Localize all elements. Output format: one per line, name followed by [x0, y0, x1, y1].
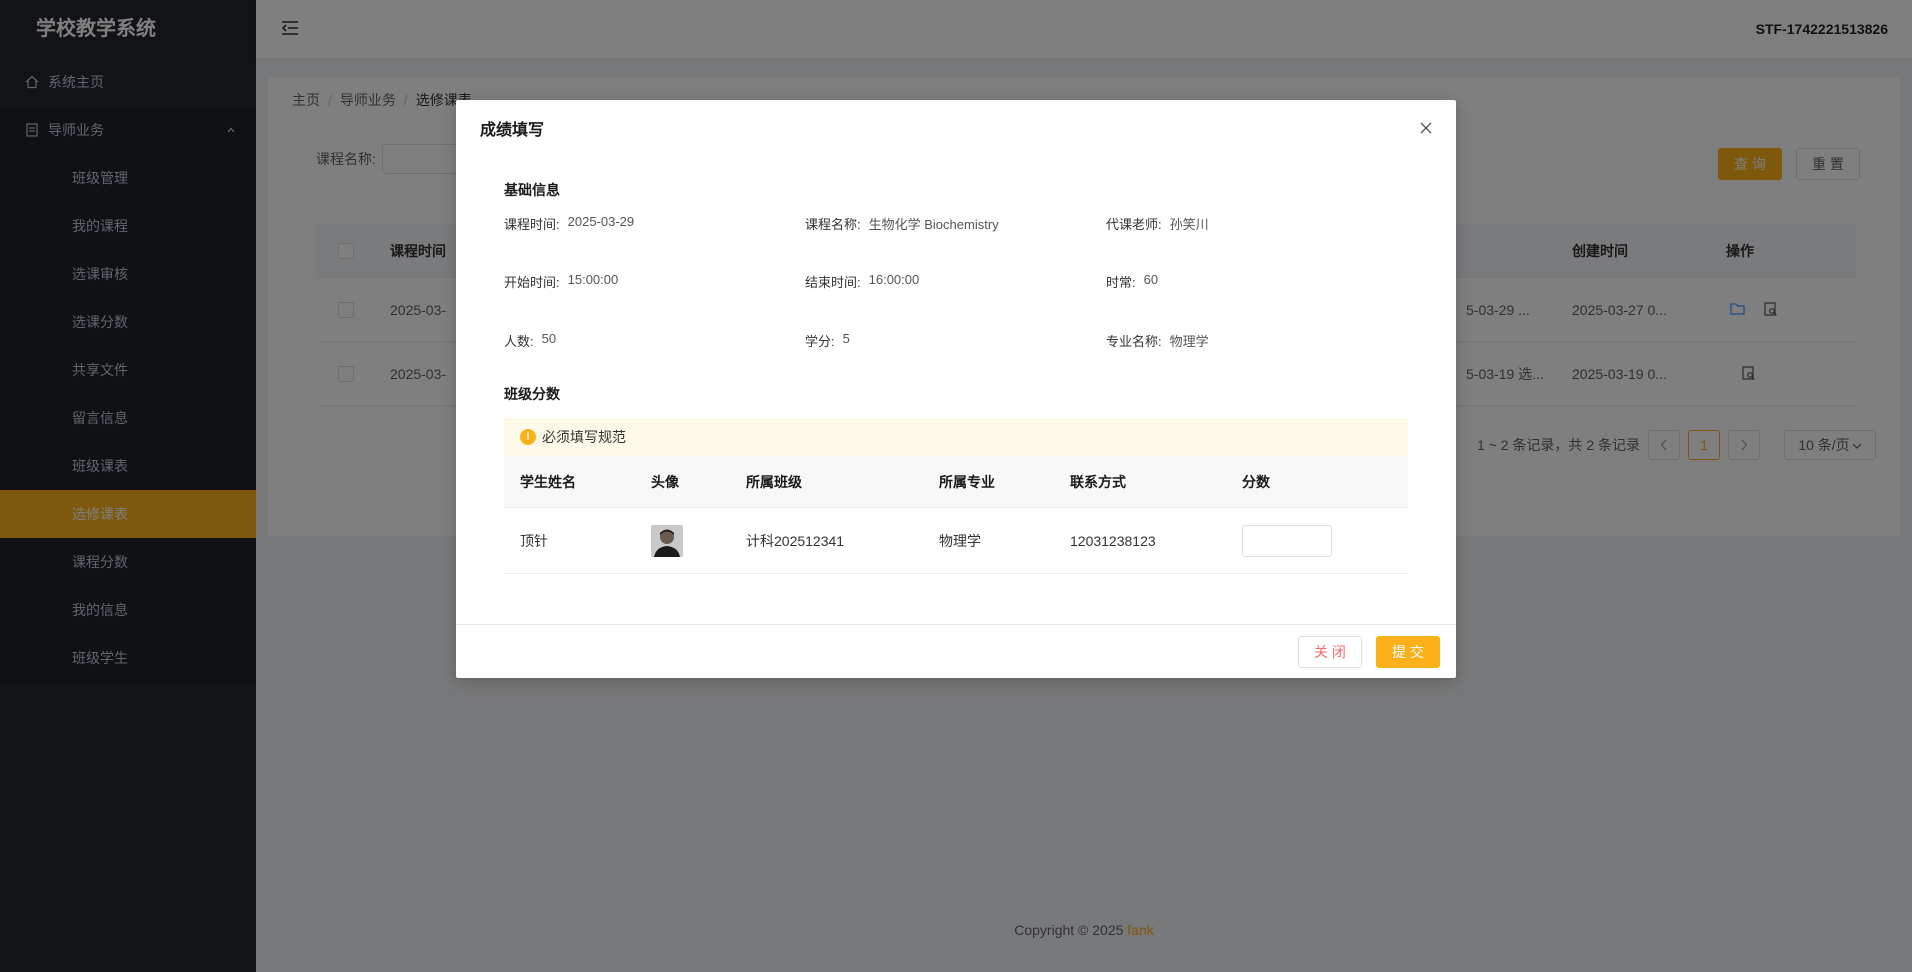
warning-icon: ! — [520, 429, 536, 445]
col-student-name: 学生姓名 — [520, 473, 576, 490]
submit-button[interactable]: 提 交 — [1376, 636, 1440, 668]
info-student-count: 人数: 50 — [504, 331, 557, 349]
basic-info-title: 基础信息 — [504, 182, 560, 198]
dialog-title: 成绩填写 — [480, 122, 545, 139]
cell-student-name: 顶针 — [520, 532, 548, 549]
col-score: 分数 — [1242, 473, 1270, 490]
score-input[interactable] — [1242, 525, 1332, 557]
info-start-time: 开始时间: 15:00:00 — [504, 272, 619, 290]
notice-banner: ! 必须填写规范 — [504, 418, 1408, 456]
col-major: 所属专业 — [939, 473, 995, 490]
col-avatar: 头像 — [651, 473, 679, 490]
dialog-body: 基础信息 课程时间: 2025-03-29 课程名称: 生物化学 Biochemis… — [504, 156, 1408, 574]
avatar — [651, 525, 683, 557]
info-teacher: 代课老师: 孙笑川 — [1106, 217, 1209, 232]
info-course-time: 课程时间: 2025-03-29 — [504, 214, 635, 232]
cell-major: 物理学 — [939, 532, 981, 549]
info-duration: 时常: 60 — [1106, 272, 1159, 290]
close-icon[interactable] — [1416, 118, 1436, 138]
table-row: 顶针 计科202512341 物理学 12031238123 — [504, 508, 1408, 574]
col-class: 所属班级 — [746, 473, 802, 490]
class-score-title: 班级分数 — [504, 386, 560, 402]
dialog-header: 成绩填写 — [456, 100, 1456, 156]
cell-contact: 12031238123 — [1070, 532, 1156, 549]
close-button[interactable]: 关 闭 — [1298, 636, 1362, 668]
basic-info-grid: 课程时间: 2025-03-29 课程名称: 生物化学 Biochemistry 代… — [504, 214, 1408, 384]
score-table: 学生姓名 头像 所属班级 所属专业 联系方式 分数 顶针 计科202512341… — [504, 456, 1408, 574]
info-credit: 学分: 5 — [805, 331, 850, 349]
info-course-name: 课程名称: 生物化学 Biochemistry — [805, 217, 999, 232]
notice-text: 必须填写规范 — [542, 429, 626, 445]
score-table-header: 学生姓名 头像 所属班级 所属专业 联系方式 分数 — [504, 456, 1408, 508]
grade-entry-dialog: 成绩填写 基础信息 课程时间: 2025-03-29 课程名称: 生物化学 Bioc… — [456, 100, 1456, 678]
col-contact: 联系方式 — [1070, 473, 1126, 490]
dialog-footer: 关 闭 提 交 — [456, 624, 1456, 678]
cell-class: 计科202512341 — [746, 532, 845, 549]
info-end-time: 结束时间: 16:00:00 — [805, 272, 920, 290]
info-major: 专业名称: 物理学 — [1106, 334, 1209, 349]
